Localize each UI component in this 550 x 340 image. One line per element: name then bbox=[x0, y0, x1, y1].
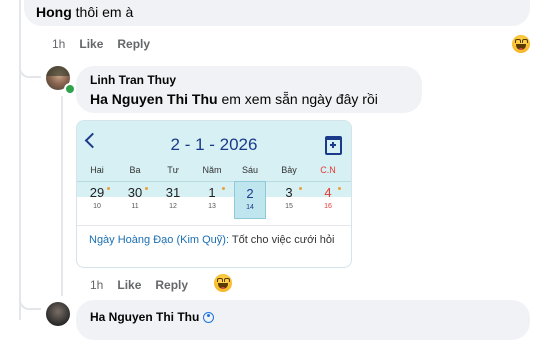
calendar-day[interactable]: 1 13 bbox=[197, 183, 227, 219]
solar-date: 31 bbox=[165, 185, 181, 200]
calendar-day[interactable]: 31 12 bbox=[158, 183, 188, 219]
calendar-day-selected[interactable]: 2 14 bbox=[234, 181, 266, 219]
thread-line-sub bbox=[61, 96, 63, 296]
reaction-haha-icon[interactable] bbox=[214, 274, 232, 292]
thread-line bbox=[19, 0, 21, 320]
lunar-date: 15 bbox=[285, 203, 293, 210]
reply-author[interactable]: Ha Nguyen Thi Thu bbox=[90, 310, 199, 324]
mention-link[interactable]: Ha Nguyen Thi Thu bbox=[90, 91, 218, 107]
lunar-date: 12 bbox=[169, 203, 177, 210]
good-day-text: Tốt cho việc cưới hỏi bbox=[231, 234, 335, 246]
calendar-date-title: 2 - 1 - 2026 bbox=[170, 135, 258, 154]
event-dot bbox=[222, 187, 225, 190]
reaction-haha-icon[interactable] bbox=[512, 35, 530, 53]
calendar-divider bbox=[77, 181, 351, 182]
good-day-info: Ngày Hoàng Đạo (Kim Quỹ): Tốt cho việc c… bbox=[89, 231, 339, 249]
lunar-date: 14 bbox=[246, 204, 254, 211]
comment-bubble: Hong thôi em à bbox=[24, 0, 530, 26]
calendar-day[interactable]: 29 10 bbox=[82, 183, 112, 219]
calendar-divider bbox=[77, 225, 351, 226]
comment-author[interactable]: Hong bbox=[36, 4, 72, 20]
weekday-label: Bảy bbox=[281, 165, 297, 175]
author-badge-icon bbox=[203, 311, 215, 323]
reply-button[interactable]: Reply bbox=[155, 278, 188, 292]
reply-time[interactable]: 1h bbox=[90, 278, 103, 292]
calendar-attachment[interactable]: 2 - 1 - 2026 Hai Ba Tư Năm Sáu Bảy C.N 2… bbox=[76, 120, 352, 268]
calendar-day[interactable]: 3 15 bbox=[274, 183, 304, 219]
like-button[interactable]: Like bbox=[79, 37, 103, 51]
online-status-icon bbox=[64, 83, 76, 95]
reply-bubble: Linh Tran Thuy Ha Nguyen Thi Thu em xem … bbox=[76, 66, 422, 113]
event-dot bbox=[107, 187, 110, 190]
weekday-label: Hai bbox=[90, 165, 104, 175]
thread-branch bbox=[19, 60, 41, 78]
weekday-label: Tư bbox=[167, 165, 179, 175]
weekday-label: Năm bbox=[202, 165, 222, 175]
lunar-date: 10 bbox=[93, 203, 101, 210]
reply-button[interactable]: Reply bbox=[117, 37, 150, 51]
weekday-label: Ba bbox=[129, 165, 141, 175]
weekday-label: Sáu bbox=[241, 165, 258, 175]
weekday-label-sunday: C.N bbox=[320, 165, 336, 175]
reply-text: em xem sẵn ngày đây rồi bbox=[221, 91, 378, 107]
solar-date: 2 bbox=[246, 186, 254, 201]
calendar-day-sunday[interactable]: 4 16 bbox=[313, 183, 343, 219]
lunar-date: 11 bbox=[131, 203, 139, 210]
thread-branch-2 bbox=[19, 290, 41, 310]
lunar-date: 13 bbox=[208, 203, 216, 210]
avatar[interactable] bbox=[46, 302, 70, 326]
comment-time[interactable]: 1h bbox=[52, 37, 65, 51]
calendar-day[interactable]: 30 11 bbox=[120, 183, 150, 219]
reply-actions: 1h Like Reply bbox=[90, 278, 196, 292]
good-day-label: Ngày Hoàng Đạo (Kim Quỹ): bbox=[89, 234, 229, 246]
reply-bubble: Ha Nguyen Thi Thu bbox=[76, 300, 530, 340]
calendar-plus-icon[interactable] bbox=[325, 136, 342, 155]
reply-author[interactable]: Linh Tran Thuy bbox=[90, 73, 176, 87]
comment-text: thôi em à bbox=[75, 4, 134, 20]
like-button[interactable]: Like bbox=[117, 278, 141, 292]
event-dot bbox=[338, 187, 341, 190]
event-dot bbox=[145, 187, 148, 190]
event-dot bbox=[299, 187, 302, 190]
lunar-date: 16 bbox=[324, 203, 332, 210]
comment-actions: 1h Like Reply bbox=[52, 37, 164, 51]
